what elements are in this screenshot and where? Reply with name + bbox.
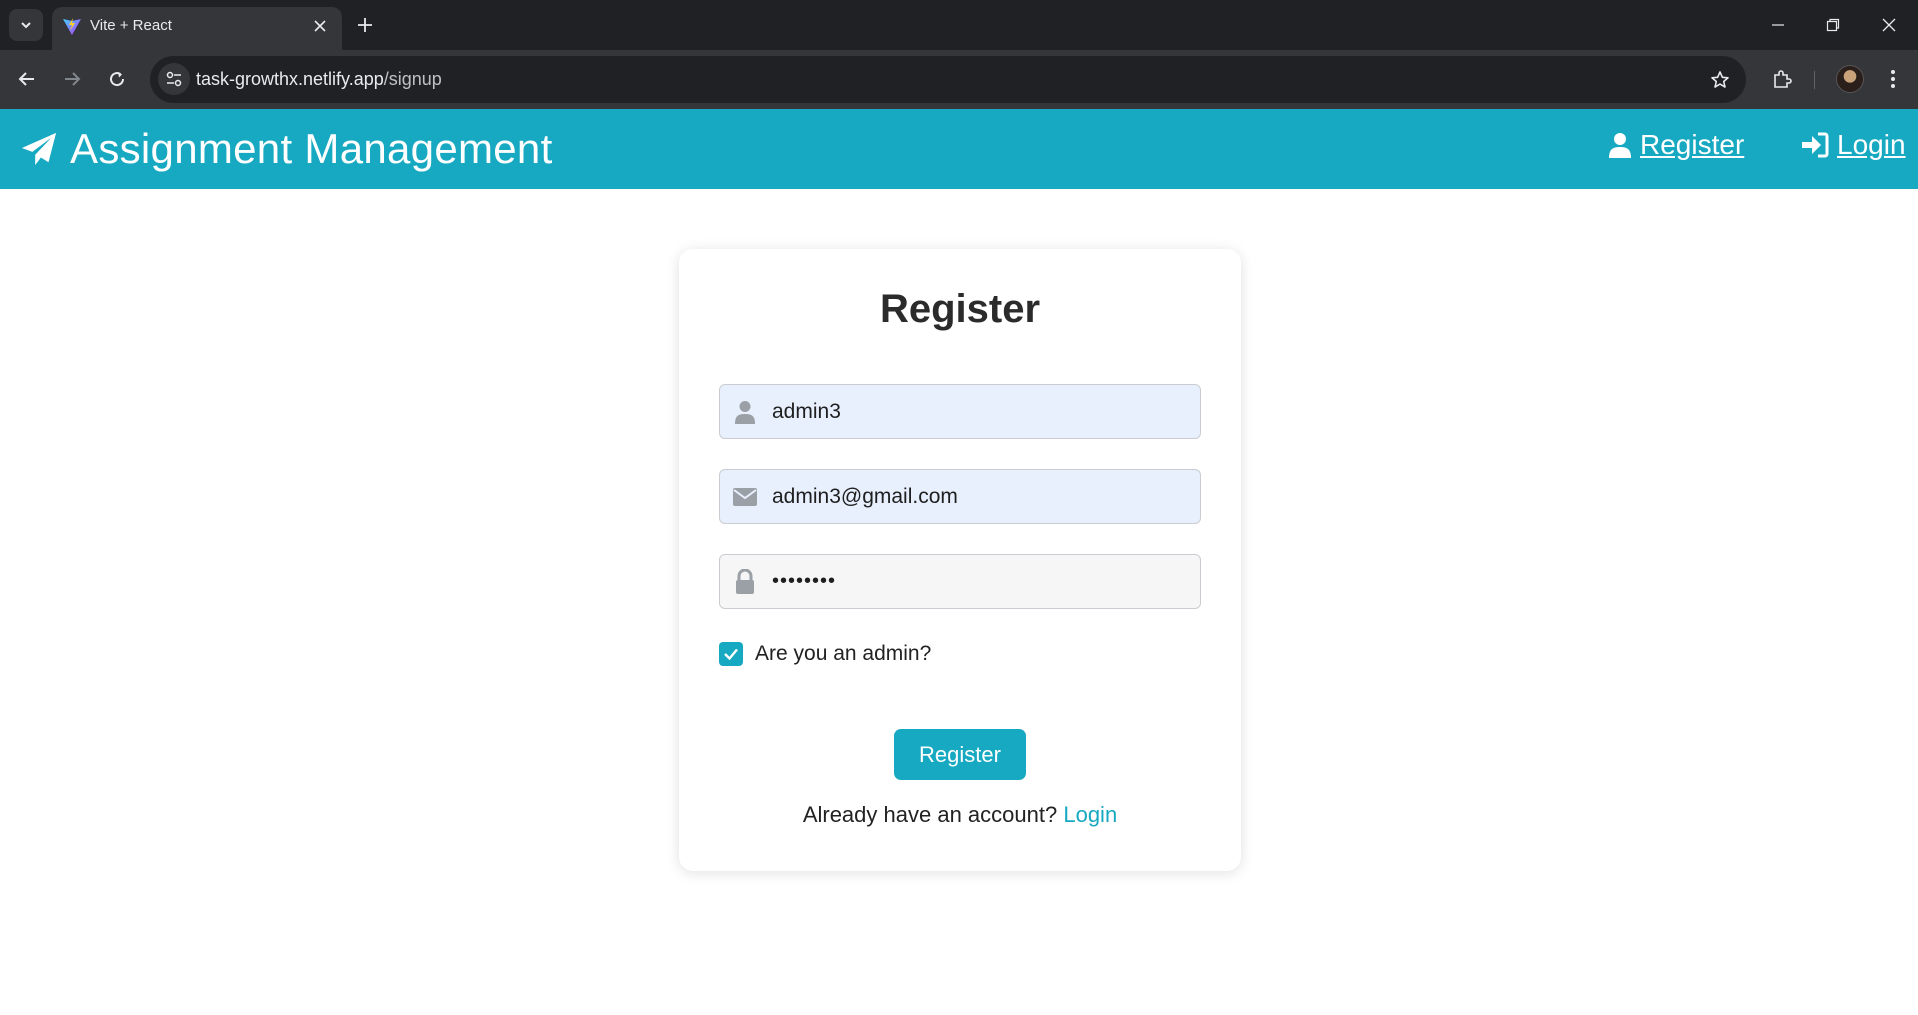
email-value: admin3@gmail.com bbox=[772, 484, 958, 508]
forward-button[interactable] bbox=[56, 63, 88, 95]
admin-check-row: Are you an admin? bbox=[719, 642, 931, 666]
tab-search-button[interactable] bbox=[9, 9, 43, 41]
username-value: admin3 bbox=[772, 399, 841, 423]
lock-icon bbox=[732, 568, 758, 595]
login-link[interactable]: Login bbox=[1063, 802, 1117, 827]
username-field[interactable]: admin3 bbox=[719, 384, 1201, 439]
minimize-button[interactable] bbox=[1763, 10, 1793, 40]
arrow-right-icon bbox=[65, 72, 81, 86]
nav-login-link[interactable]: Login bbox=[1801, 129, 1906, 161]
chevron-down-icon bbox=[21, 22, 31, 29]
toolbar-divider bbox=[1814, 71, 1815, 89]
admin-checkbox-label[interactable]: Are you an admin? bbox=[755, 642, 931, 666]
browser-tab[interactable]: Vite + React bbox=[52, 7, 342, 50]
email-field[interactable]: admin3@gmail.com bbox=[719, 469, 1201, 524]
browser-toolbar: task-growthx.netlify.app/signup bbox=[0, 50, 1918, 109]
close-icon bbox=[314, 20, 326, 32]
password-value: •••••••• bbox=[772, 570, 837, 592]
nav-login-label: Login bbox=[1837, 129, 1906, 160]
login-prompt: Already have an account? Login bbox=[679, 802, 1241, 828]
brand-title: Assignment Management bbox=[70, 125, 553, 172]
url-host: task-growthx.netlify.app bbox=[196, 69, 384, 89]
tab-title: Vite + React bbox=[90, 17, 172, 34]
browser-menu-button[interactable] bbox=[1878, 63, 1908, 95]
restore-button[interactable] bbox=[1818, 10, 1848, 40]
minimize-icon bbox=[1772, 24, 1784, 26]
form-title: Register bbox=[879, 287, 1041, 331]
tab-close-button[interactable] bbox=[310, 16, 330, 36]
close-window-button[interactable] bbox=[1874, 10, 1904, 40]
brand[interactable]: Assignment Management bbox=[20, 125, 553, 173]
site-info-button[interactable] bbox=[158, 63, 190, 95]
sign-in-icon bbox=[1802, 132, 1829, 158]
arrow-left-icon bbox=[18, 72, 34, 86]
extensions-button[interactable] bbox=[1766, 63, 1798, 95]
star-icon bbox=[1711, 71, 1729, 88]
back-button[interactable] bbox=[11, 63, 43, 95]
puzzle-icon bbox=[1774, 70, 1792, 88]
vite-logo-icon bbox=[63, 18, 81, 35]
url-path: /signup bbox=[383, 69, 442, 89]
user-icon bbox=[1609, 133, 1631, 158]
profile-avatar[interactable] bbox=[1836, 65, 1864, 93]
reload-button[interactable] bbox=[101, 63, 133, 95]
checkmark-icon bbox=[724, 648, 738, 661]
app-header: Assignment Management Register Login bbox=[0, 109, 1918, 189]
register-button[interactable]: Register bbox=[894, 729, 1026, 780]
user-icon bbox=[732, 399, 758, 425]
nav-register-label: Register bbox=[1640, 129, 1745, 160]
plus-icon bbox=[358, 18, 372, 32]
more-vert-icon bbox=[1891, 70, 1895, 88]
bookmark-button[interactable] bbox=[1708, 68, 1732, 92]
browser-tab-bar: Vite + React bbox=[0, 0, 1918, 50]
nav-register-link[interactable]: Register bbox=[1608, 129, 1744, 161]
tune-icon bbox=[166, 71, 182, 87]
reload-icon bbox=[110, 72, 125, 87]
new-tab-button[interactable] bbox=[352, 12, 378, 38]
close-icon bbox=[1882, 18, 1896, 32]
password-field[interactable]: •••••••• bbox=[719, 554, 1201, 609]
url-text: task-growthx.netlify.app/signup bbox=[196, 69, 442, 90]
paper-plane-icon bbox=[21, 132, 57, 166]
admin-checkbox[interactable] bbox=[719, 642, 743, 666]
register-card: Register admin3 admin3@gmail.com •••••••… bbox=[679, 249, 1241, 871]
login-prompt-text: Already have an account? bbox=[802, 802, 1058, 827]
envelope-icon bbox=[732, 484, 758, 510]
restore-icon bbox=[1826, 18, 1840, 32]
address-bar[interactable]: task-growthx.netlify.app/signup bbox=[150, 56, 1746, 103]
